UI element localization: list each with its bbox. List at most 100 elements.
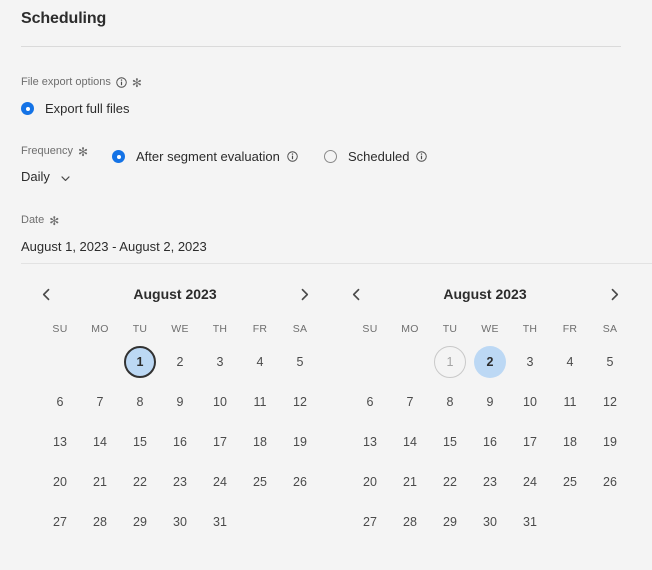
calendar-day-cell[interactable]: 20 <box>350 462 390 502</box>
calendar-day-cell[interactable]: 3 <box>200 342 240 382</box>
calendar-day-cell[interactable]: 5 <box>590 342 630 382</box>
calendar-day-cell[interactable]: 30 <box>160 502 200 542</box>
chevron-left-icon[interactable] <box>344 282 368 306</box>
calendar-day-number: 19 <box>293 435 307 449</box>
calendar-day-cell[interactable]: 22 <box>430 462 470 502</box>
calendar-day-cell[interactable]: 3 <box>510 342 550 382</box>
chevron-right-icon[interactable] <box>292 282 316 306</box>
calendar-day-number: 7 <box>96 395 104 409</box>
calendar-day-cell[interactable]: 29 <box>120 502 160 542</box>
calendar-day-cell[interactable]: 22 <box>120 462 160 502</box>
radio-after-segment-evaluation[interactable]: After segment evaluation <box>112 149 298 164</box>
calendar-day-cell[interactable]: 7 <box>80 382 120 422</box>
calendar-day-cell[interactable]: 31 <box>200 502 240 542</box>
calendar-day-cell[interactable]: 21 <box>80 462 120 502</box>
calendar-day-number: 15 <box>443 435 457 449</box>
calendar-day-cell[interactable]: 13 <box>350 422 390 462</box>
calendar-day-number: 28 <box>93 515 107 529</box>
calendar-day-cell[interactable]: 27 <box>40 502 80 542</box>
calendar-day-cell[interactable]: 6 <box>40 382 80 422</box>
date-range-value[interactable]: August 1, 2023 - August 2, 2023 <box>21 239 207 254</box>
calendar-day-number: 24 <box>213 475 227 489</box>
calendar-day-cell[interactable]: 29 <box>430 502 470 542</box>
calendar-day-cell[interactable]: 2 <box>160 342 200 382</box>
calendar-day-number: 25 <box>253 475 267 489</box>
calendar-day-number: 19 <box>603 435 617 449</box>
calendar-day-cell[interactable]: 27 <box>350 502 390 542</box>
calendar-day-number: 11 <box>563 395 577 409</box>
calendar-day-cell[interactable]: 12 <box>590 382 630 422</box>
calendar-day-cell[interactable]: 25 <box>550 462 590 502</box>
radio-scheduled[interactable]: Scheduled <box>324 149 428 164</box>
info-circle-icon[interactable] <box>287 151 298 162</box>
calendar-day-cell[interactable]: 17 <box>510 422 550 462</box>
calendar-day-cell[interactable]: 23 <box>470 462 510 502</box>
frequency-dropdown[interactable]: Daily <box>21 169 70 184</box>
calendar-day-cell[interactable]: 8 <box>120 382 160 422</box>
calendar-day-cell[interactable]: 30 <box>470 502 510 542</box>
calendar-day-cell[interactable]: 4 <box>240 342 280 382</box>
calendar-day-cell[interactable]: 9 <box>470 382 510 422</box>
calendar-day-cell[interactable]: 26 <box>590 462 630 502</box>
chevron-left-icon[interactable] <box>34 282 58 306</box>
calendar-day-cell[interactable]: 24 <box>510 462 550 502</box>
chevron-right-icon[interactable] <box>602 282 626 306</box>
calendar-day-number: 28 <box>403 515 417 529</box>
calendar-day-cell[interactable]: 19 <box>590 422 630 462</box>
calendar-day-cell[interactable]: 8 <box>430 382 470 422</box>
radio-export-full-files[interactable]: Export full files <box>21 101 130 116</box>
calendar-day-cell[interactable]: 16 <box>470 422 510 462</box>
calendar-day-cell[interactable]: 28 <box>390 502 430 542</box>
calendar-day-cell[interactable]: 26 <box>280 462 320 502</box>
calendar-day-number: 12 <box>603 395 617 409</box>
info-circle-icon[interactable] <box>116 76 127 88</box>
calendar-day-cell[interactable]: 2 <box>470 342 510 382</box>
calendar-day-number: 13 <box>53 435 67 449</box>
calendar-day-number: 11 <box>253 395 267 409</box>
info-circle-icon[interactable] <box>416 151 428 162</box>
calendar-day-number: 30 <box>483 515 497 529</box>
calendar-day-cell[interactable]: 19 <box>280 422 320 462</box>
calendar-day-cell[interactable]: 13 <box>40 422 80 462</box>
calendar-day-cell[interactable]: 28 <box>80 502 120 542</box>
calendar-day-cell[interactable]: 1 <box>120 342 160 382</box>
calendar-day-cell[interactable]: 10 <box>510 382 550 422</box>
calendar-day-cell[interactable]: 20 <box>40 462 80 502</box>
calendar-day-cell[interactable]: 9 <box>160 382 200 422</box>
frequency-label: Frequency ✻ <box>21 145 88 158</box>
calendar-day-cell[interactable]: 12 <box>280 382 320 422</box>
calendar-day-cell[interactable]: 24 <box>200 462 240 502</box>
calendar-day-cell[interactable]: 18 <box>240 422 280 462</box>
calendar-day-cell[interactable]: 15 <box>430 422 470 462</box>
radio-label: Scheduled <box>348 149 410 164</box>
calendar-day-cell[interactable]: 17 <box>200 422 240 462</box>
calendar-day-cell[interactable]: 5 <box>280 342 320 382</box>
calendar-day-cell[interactable]: 14 <box>80 422 120 462</box>
calendar-day-cell[interactable]: 6 <box>350 382 390 422</box>
radio-label: Export full files <box>45 101 130 116</box>
calendar-day-header: SU <box>52 323 68 335</box>
calendar-day-number: 20 <box>363 475 377 489</box>
calendar-day-cell[interactable]: 21 <box>390 462 430 502</box>
calendar-day-cell[interactable]: 10 <box>200 382 240 422</box>
calendar-day-cell[interactable]: 11 <box>550 382 590 422</box>
calendar-day-cell[interactable]: 31 <box>510 502 550 542</box>
calendar-day-cell[interactable]: 14 <box>390 422 430 462</box>
calendar-day-cell[interactable]: 18 <box>550 422 590 462</box>
calendar-day-cell[interactable]: 4 <box>550 342 590 382</box>
calendar-day-blank <box>350 342 390 382</box>
radio-indicator[interactable] <box>112 150 125 163</box>
calendar-day-cell[interactable]: 15 <box>120 422 160 462</box>
scheduling-panel: Scheduling File export options ✻ Export … <box>0 0 652 570</box>
required-marker: ✻ <box>49 214 60 228</box>
calendar-day-cell[interactable]: 23 <box>160 462 200 502</box>
calendar-day-cell[interactable]: 1 <box>430 342 470 382</box>
calendar-day-number: 2 <box>474 346 506 378</box>
radio-indicator[interactable] <box>324 150 337 163</box>
calendar-day-cell[interactable]: 16 <box>160 422 200 462</box>
calendar-day-cell[interactable]: 7 <box>390 382 430 422</box>
radio-indicator[interactable] <box>21 102 34 115</box>
calendar-day-cell[interactable]: 11 <box>240 382 280 422</box>
calendar-day-number: 22 <box>443 475 457 489</box>
calendar-day-cell[interactable]: 25 <box>240 462 280 502</box>
